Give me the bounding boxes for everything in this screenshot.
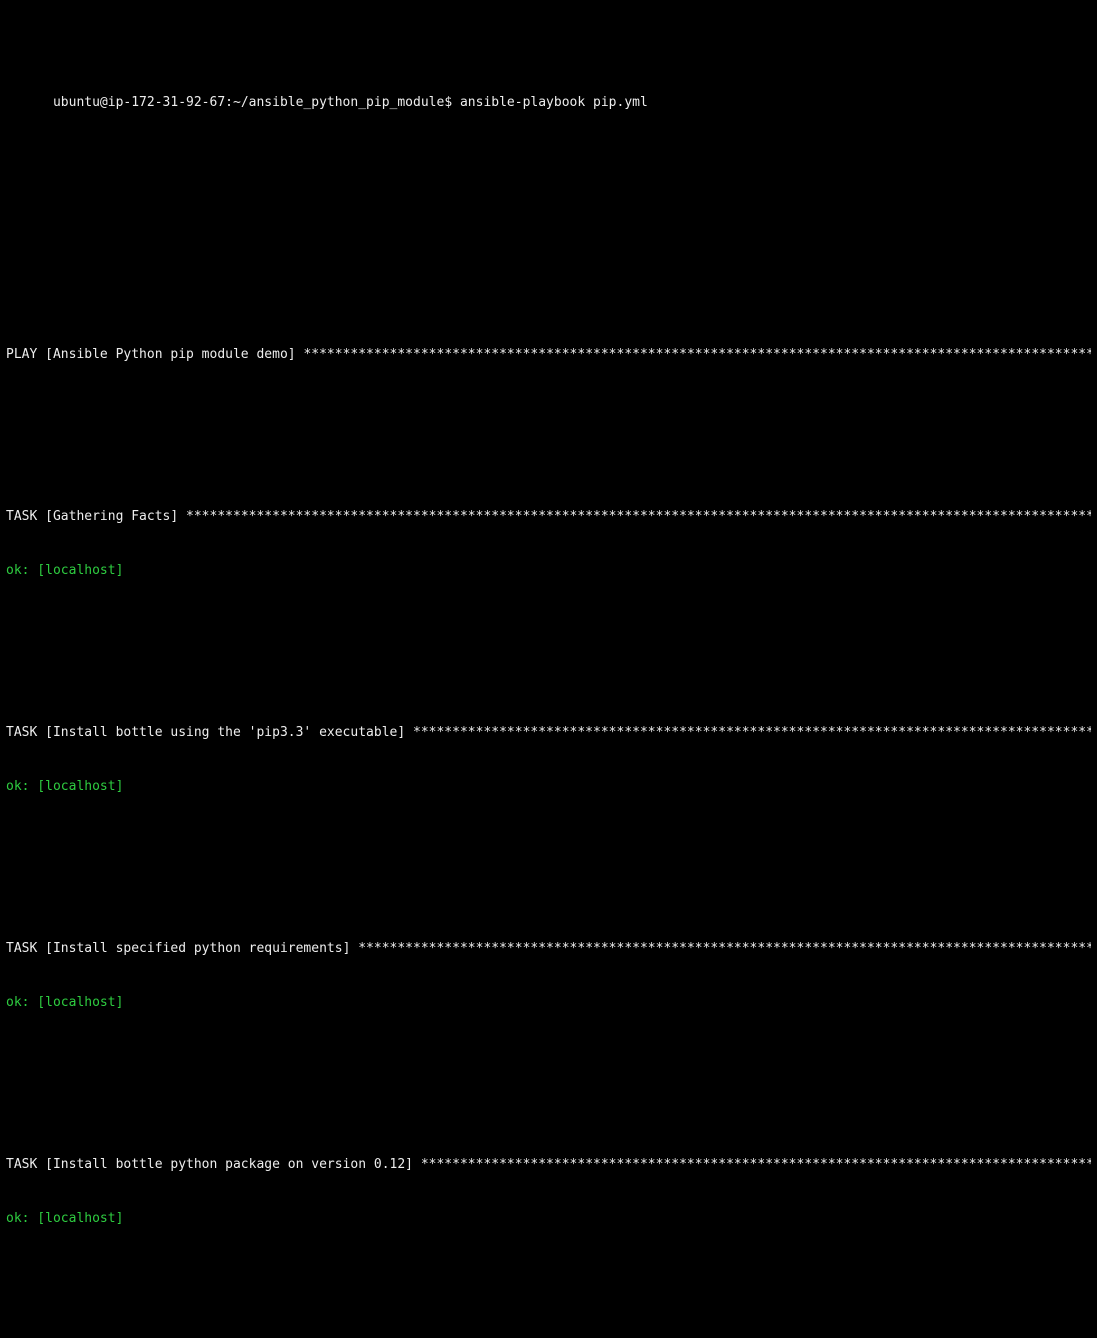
task-name: Install bottle python package on version… — [53, 1157, 405, 1172]
blank-row — [6, 1282, 1091, 1300]
task-suffix: ] — [343, 941, 359, 956]
prompt-dollar: $ — [444, 95, 460, 110]
play-name: Ansible Python pip module demo — [53, 347, 288, 362]
task-status: ok: [localhost] — [6, 778, 123, 796]
task-prefix: TASK [ — [6, 941, 53, 956]
prompt-sep: : — [225, 95, 233, 110]
star-fill: ****************************************… — [303, 346, 1091, 364]
task-suffix: ] — [170, 509, 186, 524]
play-prefix: PLAY [ — [6, 347, 53, 362]
blank-row — [6, 634, 1091, 652]
prompt-command: ansible-playbook pip.yml — [460, 95, 648, 110]
task-header: TASK [Install specified python requireme… — [6, 940, 1091, 958]
task-suffix: ] — [397, 725, 413, 740]
prompt-user-host: ubuntu@ip-172-31-92-67 — [53, 95, 225, 110]
task-status: ok: [localhost] — [6, 1210, 123, 1228]
task-status: ok: [localhost] — [6, 994, 123, 1012]
task-name: Gathering Facts — [53, 509, 170, 524]
play-suffix: ] — [288, 347, 304, 362]
prompt-line: ubuntu@ip-172-31-92-67:~/ansible_python_… — [6, 76, 1091, 130]
prompt-path: /ansible_python_pip_module — [241, 95, 445, 110]
task-header: TASK [Gathering Facts] *****************… — [6, 508, 1091, 526]
blank-row — [6, 184, 1091, 220]
star-fill: ****************************************… — [358, 940, 1091, 958]
star-fill: ****************************************… — [413, 724, 1091, 742]
task-prefix: TASK [ — [6, 1157, 53, 1172]
task-header: TASK [Install bottle python package on v… — [6, 1156, 1091, 1174]
star-fill: ****************************************… — [186, 508, 1091, 526]
task-suffix: ] — [405, 1157, 421, 1172]
play-header: PLAY [Ansible Python pip module demo] **… — [6, 346, 1091, 364]
blank-row — [6, 850, 1091, 868]
task-prefix: TASK [ — [6, 509, 53, 524]
task-name: Install specified python requirements — [53, 941, 343, 956]
blank-row — [6, 256, 1091, 274]
prompt-tilde: ~ — [233, 95, 241, 110]
task-name: Install bottle using the 'pip3.3' execut… — [53, 725, 397, 740]
star-fill: ****************************************… — [421, 1156, 1091, 1174]
terminal[interactable]: ubuntu@ip-172-31-92-67:~/ansible_python_… — [0, 0, 1097, 1338]
blank-row — [6, 1066, 1091, 1084]
task-prefix: TASK [ — [6, 725, 53, 740]
blank-row — [6, 418, 1091, 436]
task-status: ok: [localhost] — [6, 562, 123, 580]
task-header: TASK [Install bottle using the 'pip3.3' … — [6, 724, 1091, 742]
